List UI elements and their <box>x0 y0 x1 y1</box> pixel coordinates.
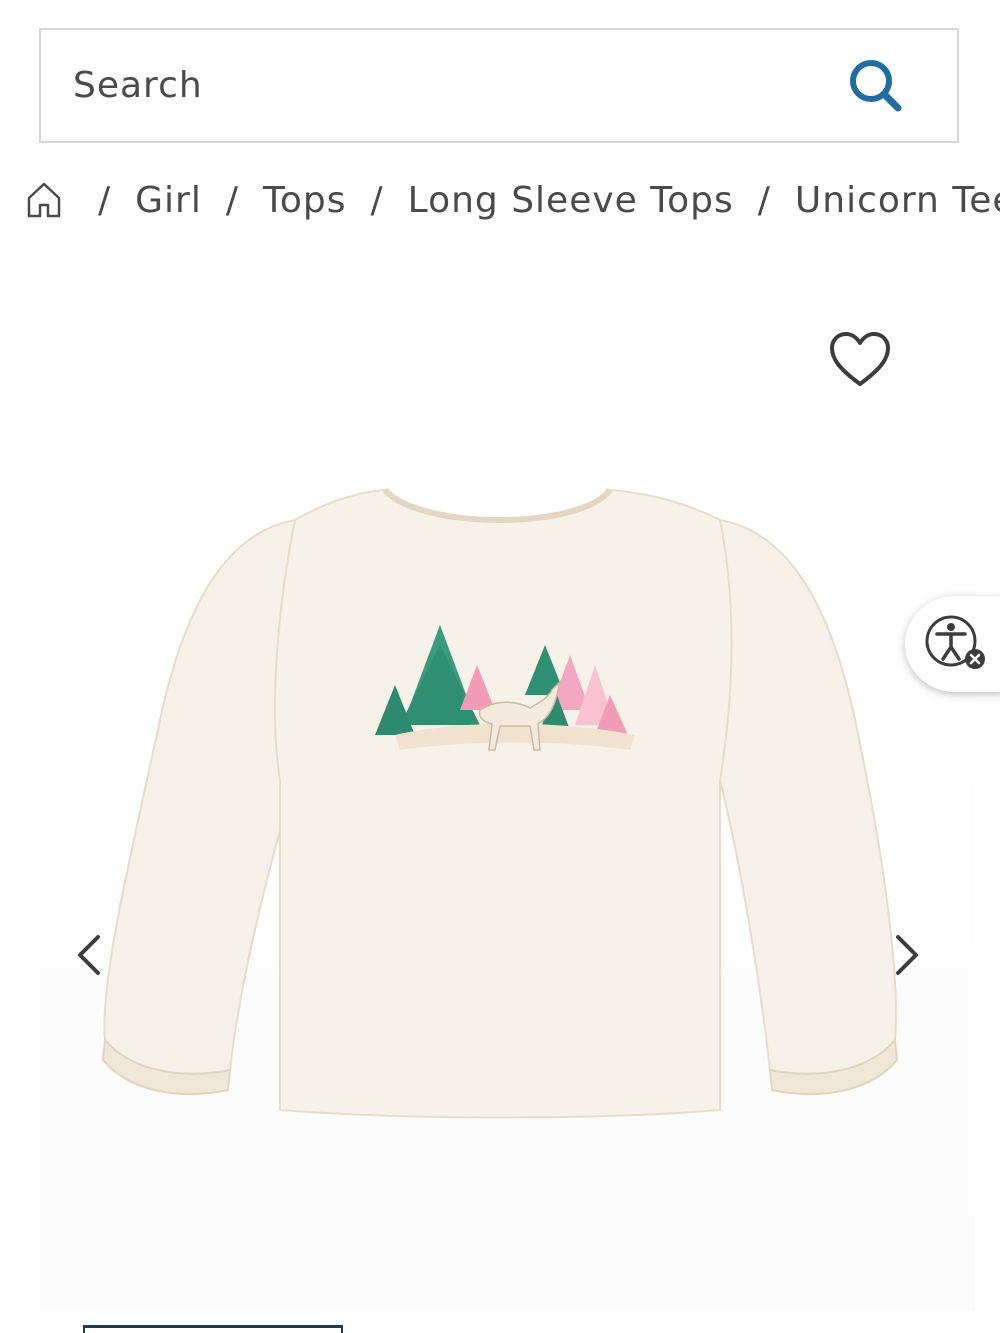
wishlist-button[interactable] <box>828 330 892 390</box>
accessibility-button[interactable] <box>905 596 1000 692</box>
breadcrumb-separator: / <box>225 179 239 221</box>
home-icon <box>27 182 61 218</box>
chevron-left-icon <box>78 935 100 975</box>
breadcrumb-item-long-sleeve-tops[interactable]: Long Sleeve Tops <box>408 180 734 221</box>
carousel-next-button[interactable] <box>888 925 928 985</box>
breadcrumb-item-current: Unicorn Tee <box>794 179 1000 221</box>
accessibility-icon <box>925 615 985 669</box>
breadcrumb-separator: / <box>757 179 771 221</box>
carousel-prev-button[interactable] <box>68 925 108 985</box>
search-input[interactable] <box>41 54 775 117</box>
breadcrumb-item-girl[interactable]: Girl <box>135 180 202 221</box>
breadcrumb: / Girl / Tops / Long Sleeve Tops / Unico… <box>26 170 1000 230</box>
product-photo <box>40 420 975 1310</box>
breadcrumb-separator: / <box>98 179 112 221</box>
chevron-right-icon <box>896 935 918 975</box>
product-image <box>40 420 975 1310</box>
breadcrumb-home[interactable] <box>26 181 62 219</box>
breadcrumb-separator: / <box>370 179 384 221</box>
search-icon <box>850 59 902 111</box>
breadcrumb-item-tops[interactable]: Tops <box>263 180 347 221</box>
search-button[interactable] <box>841 51 911 121</box>
thumbnail-selected[interactable] <box>83 1325 343 1333</box>
search-bar <box>39 28 959 143</box>
heart-outline-icon <box>830 332 890 386</box>
